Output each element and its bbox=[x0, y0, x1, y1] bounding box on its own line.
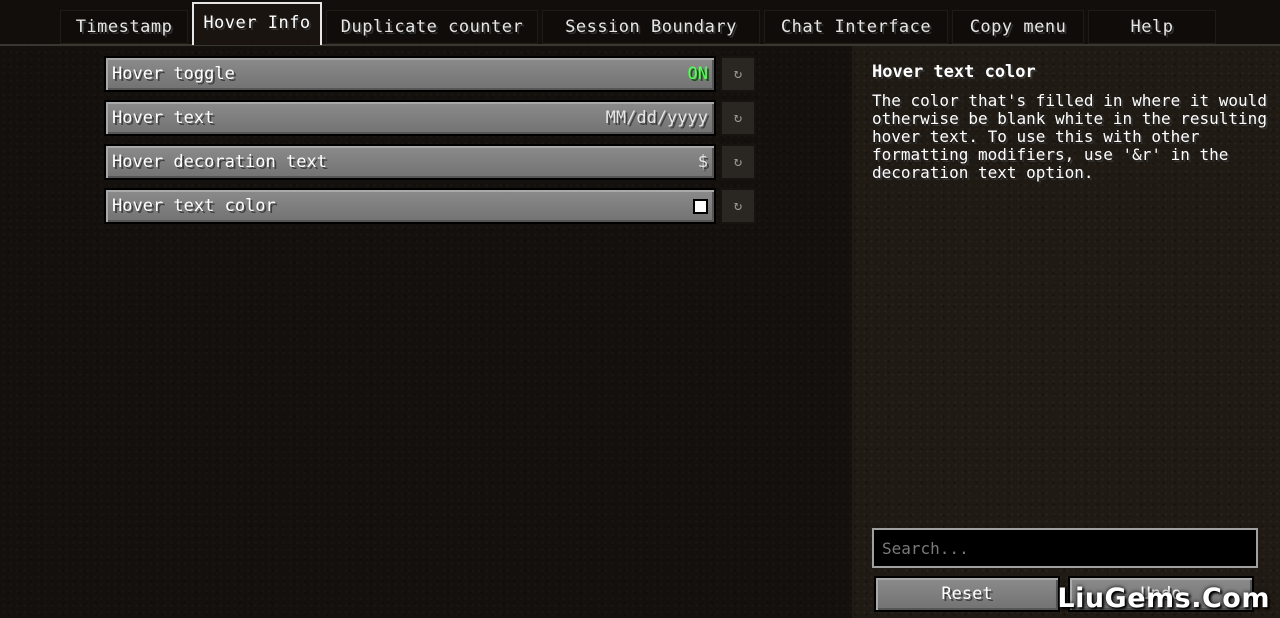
tab-timestamp[interactable]: Timestamp bbox=[60, 10, 188, 44]
options-list: Hover toggle ON ↻ Hover text MM/dd/yyyy … bbox=[0, 46, 852, 618]
reset-icon: ↻ bbox=[733, 154, 743, 170]
hover-decoration-text-field[interactable]: Hover decoration text $ bbox=[104, 144, 716, 180]
option-label: Hover text color bbox=[112, 196, 276, 216]
option-label: Hover decoration text bbox=[112, 152, 327, 172]
tab-session-boundary[interactable]: Session Boundary bbox=[542, 10, 760, 44]
hover-toggle-button[interactable]: Hover toggle ON bbox=[104, 56, 716, 92]
reset-option-button[interactable]: ↻ bbox=[720, 100, 756, 136]
option-value: $ bbox=[697, 152, 708, 172]
option-value: MM/dd/yyyy bbox=[605, 108, 708, 128]
tab-hover-info[interactable]: Hover Info bbox=[192, 2, 322, 45]
reset-icon: ↻ bbox=[733, 198, 743, 214]
reset-icon: ↻ bbox=[733, 66, 743, 82]
option-row-hover-text-color: Hover text color ↻ bbox=[104, 188, 756, 224]
option-row-hover-decoration-text: Hover decoration text $ ↻ bbox=[104, 144, 756, 180]
option-row-hover-text: Hover text MM/dd/yyyy ↻ bbox=[104, 100, 756, 136]
description-title: Hover text color bbox=[872, 62, 1036, 82]
reset-icon: ↻ bbox=[733, 110, 743, 126]
reset-option-button[interactable]: ↻ bbox=[720, 144, 756, 180]
watermark-logo: LiuGems.Com bbox=[1057, 583, 1270, 614]
tab-duplicate-counter[interactable]: Duplicate counter bbox=[326, 10, 538, 44]
option-label: Hover text bbox=[112, 108, 215, 128]
option-label: Hover toggle bbox=[112, 64, 235, 84]
search-input[interactable] bbox=[872, 528, 1258, 568]
hover-text-field[interactable]: Hover text MM/dd/yyyy bbox=[104, 100, 716, 136]
toggle-state: ON bbox=[687, 64, 708, 84]
tab-copy-menu[interactable]: Copy menu bbox=[952, 10, 1084, 44]
reset-option-button[interactable]: ↻ bbox=[720, 56, 756, 92]
color-swatch bbox=[693, 198, 708, 214]
option-row-hover-toggle: Hover toggle ON ↻ bbox=[104, 56, 756, 92]
tab-help[interactable]: Help bbox=[1088, 10, 1216, 44]
tab-chat-interface[interactable]: Chat Interface bbox=[764, 10, 948, 44]
description-body: The color that's filled in where it woul… bbox=[872, 91, 1267, 182]
reset-option-button[interactable]: ↻ bbox=[720, 188, 756, 224]
reset-button[interactable]: Reset bbox=[874, 576, 1060, 612]
description-panel: Hover text color The color that's filled… bbox=[852, 46, 1280, 618]
tab-bar: Timestamp Hover Info Duplicate counter S… bbox=[0, 0, 1280, 46]
hover-text-color-button[interactable]: Hover text color bbox=[104, 188, 716, 224]
